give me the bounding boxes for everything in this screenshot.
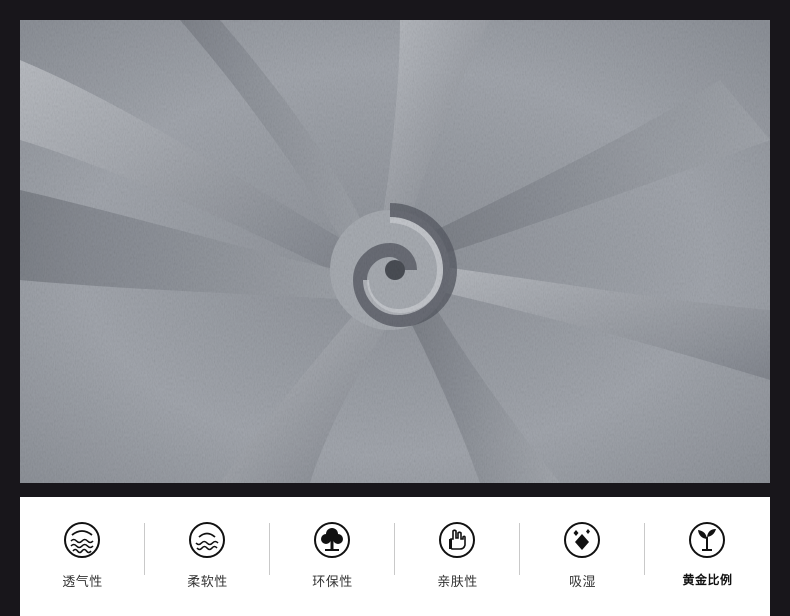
- feature-golden-ratio: 黄金比例: [645, 497, 770, 616]
- eco-tree-icon: [314, 522, 350, 558]
- moisture-absorb-icon: [564, 522, 600, 558]
- feature-label: 环保性: [312, 575, 353, 590]
- feature-soft: 柔软性: [145, 497, 270, 616]
- feature-moisture: 吸湿: [520, 497, 645, 616]
- feature-label: 吸湿: [568, 575, 596, 590]
- soft-icon: [189, 522, 225, 558]
- feature-strip: 透气性 柔软性 环保性 亲肤性 吸湿 黄金比例: [20, 497, 770, 616]
- feature-eco: 环保性: [270, 497, 395, 616]
- fabric-photo: [20, 20, 770, 483]
- feature-label: 透气性: [62, 575, 103, 590]
- skin-friendly-hand-icon: [439, 522, 475, 558]
- feature-label: 柔软性: [187, 575, 228, 590]
- feature-label: 亲肤性: [437, 575, 478, 590]
- feature-breathable: 透气性: [20, 497, 145, 616]
- fabric-swirl-image: [20, 20, 770, 483]
- golden-ratio-sprout-icon: [689, 522, 725, 558]
- feature-skin-friendly: 亲肤性: [395, 497, 520, 616]
- breathable-icon: [64, 522, 100, 558]
- feature-label: 黄金比例: [682, 573, 733, 587]
